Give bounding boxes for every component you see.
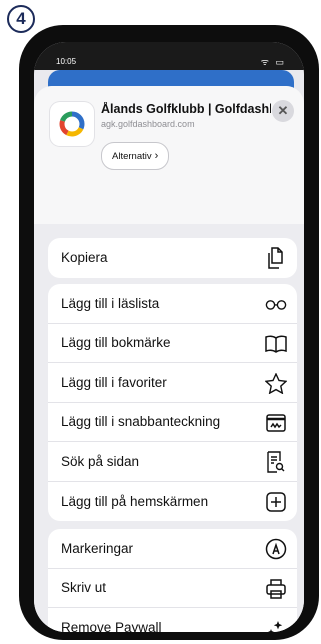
action-print[interactable]: Skriv ut [48, 569, 297, 608]
step-number-badge: 4 [7, 5, 35, 33]
glasses-icon [265, 293, 287, 315]
action-add-bookmark[interactable]: Lägg till bokmärke [48, 324, 297, 363]
close-icon: ✕ [277, 103, 289, 118]
add-square-icon [265, 491, 287, 513]
phone-screen: 10:05 ᯤ ▭ Ålands Golfklubb | Golfdashb a… [34, 42, 304, 632]
action-group-copy: Kopiera [48, 238, 297, 278]
action-add-quick-note[interactable]: Lägg till i snabbanteckning [48, 403, 297, 442]
action-label: Lägg till i snabbanteckning [61, 414, 221, 430]
action-add-favorites[interactable]: Lägg till i favoriter [48, 363, 297, 403]
action-label: Lägg till bokmärke [61, 335, 171, 351]
share-sheet-header: Ålands Golfklubb | Golfdashb agk.golfdas… [34, 86, 304, 224]
find-on-page-icon [265, 451, 287, 473]
sparkles-icon [265, 617, 287, 632]
share-sheet: Ålands Golfklubb | Golfdashb agk.golfdas… [34, 86, 304, 632]
markup-icon [265, 538, 287, 560]
action-label: Skriv ut [61, 580, 107, 596]
action-remove-paywall[interactable]: Remove Paywall [48, 608, 297, 632]
star-icon [265, 372, 287, 394]
site-icon [50, 102, 94, 146]
action-label: Lägg till i läslista [61, 295, 160, 311]
action-add-home-screen[interactable]: Lägg till på hemskärmen [48, 482, 297, 522]
action-label: Sök på sidan [61, 453, 140, 469]
site-title: Ålands Golfklubb | Golfdashb [101, 102, 271, 116]
action-label: Lägg till på hemskärmen [61, 493, 209, 509]
options-label: Alternativ [112, 150, 152, 162]
copy-icon [265, 247, 287, 269]
action-label: Markeringar [61, 540, 134, 556]
golf-logo-icon [59, 111, 85, 137]
site-url: agk.golfdashboard.com [101, 119, 195, 129]
action-label: Remove Paywall [61, 620, 162, 632]
action-group-tools: Markeringar Skriv ut Remove Paywall [48, 529, 297, 632]
status-icons: ᯤ ▭ [260, 57, 286, 67]
action-copy[interactable]: Kopiera [48, 238, 297, 278]
chevron-right-icon: › [154, 150, 159, 162]
printer-icon [265, 578, 287, 600]
status-bar: 10:05 ᯤ ▭ [34, 42, 304, 70]
status-time: 10:05 [56, 57, 77, 66]
options-button[interactable]: Alternativ › [101, 142, 170, 170]
action-group-page: Lägg till i läslista Lägg till bokmärke … [48, 284, 297, 521]
book-icon [265, 333, 287, 355]
action-label: Lägg till i favoriter [61, 374, 167, 390]
quick-note-icon [265, 412, 287, 434]
action-label: Kopiera [61, 250, 108, 266]
action-add-reading-list[interactable]: Lägg till i läslista [48, 284, 297, 324]
action-markup[interactable]: Markeringar [48, 529, 297, 569]
close-button[interactable]: ✕ [272, 100, 294, 122]
action-find-on-page[interactable]: Sök på sidan [48, 442, 297, 482]
